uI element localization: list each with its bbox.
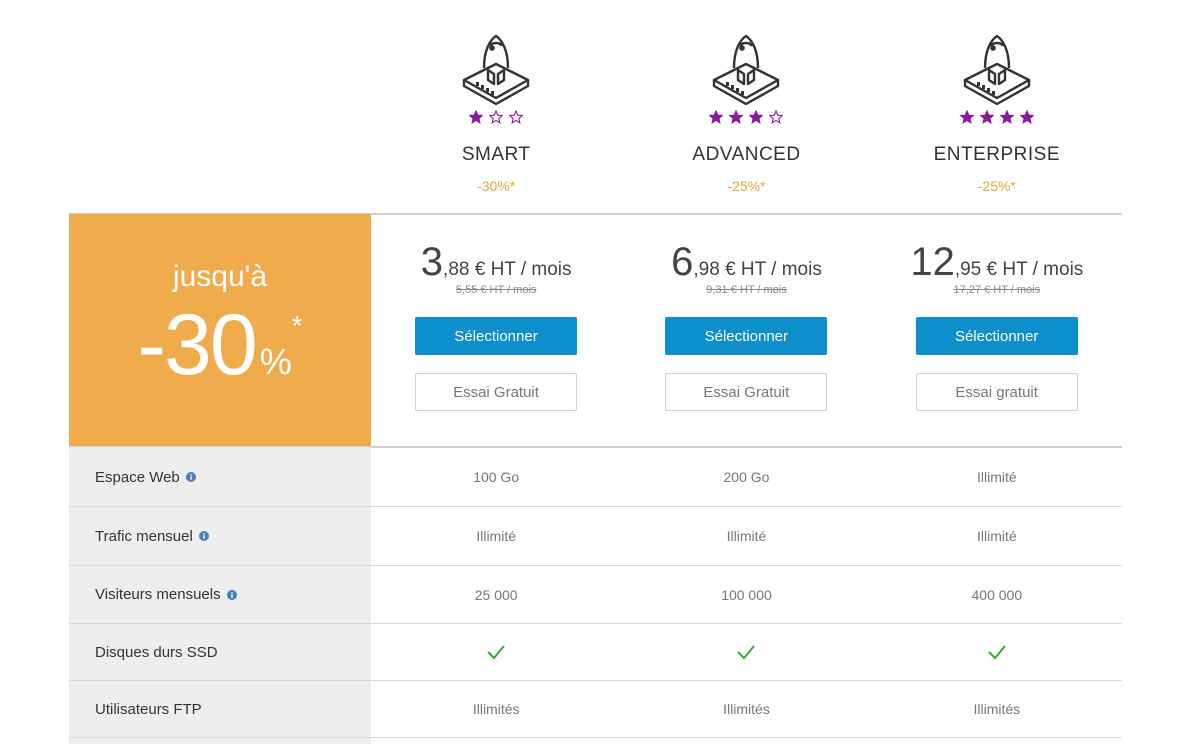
- penguin-server-icon: [713, 34, 780, 106]
- feature-label: Trafic mensuel: [69, 528, 371, 545]
- plan-name: ENTERPRISE: [933, 144, 1061, 165]
- star-empty-icon: [509, 110, 524, 124]
- plan-discount: -25%*: [727, 178, 766, 194]
- table-row: Visiteurs mensuels 25 000 100 000 400 00…: [69, 566, 1122, 623]
- feature-value: Illimités: [472, 701, 520, 717]
- price-old: 9,31 € HT / mois: [706, 284, 787, 296]
- check-icon: [737, 645, 756, 660]
- feature-label: Utilisateurs FTP: [95, 700, 202, 718]
- star-filled-icon: [729, 110, 744, 124]
- plan-name: SMART: [461, 144, 531, 165]
- star-filled-icon: [999, 110, 1014, 124]
- feature-label: Visiteurs mensuels: [69, 586, 371, 603]
- plans-header: SMART -30%* ADVANCED -25%* ENTERPRISE -2…: [371, 0, 1122, 214]
- star-filled-icon: [749, 110, 764, 124]
- rating-stars: [469, 110, 524, 130]
- feature-value: 100 000: [721, 586, 772, 603]
- price-current: 6,98 € HT / mois: [671, 240, 822, 284]
- info-icon[interactable]: [198, 531, 209, 541]
- check-icon: [988, 645, 1006, 660]
- price-old: 17,27 € HT / mois: [953, 284, 1041, 296]
- check-icon: [487, 645, 505, 660]
- promo-asterisk: *: [291, 310, 303, 341]
- feature-value: 400 000: [971, 586, 1023, 603]
- feature-value: 200 Go: [723, 469, 770, 485]
- feature-value: [621, 644, 871, 660]
- info-icon[interactable]: [226, 589, 237, 600]
- plan-header-enterprise: ENTERPRISE -25%*: [872, 0, 1122, 214]
- info-icon[interactable]: [185, 472, 196, 482]
- feature-value: Illimités: [723, 701, 770, 717]
- feature-value: Illimité: [976, 469, 1017, 485]
- feature-value: [872, 644, 1122, 660]
- feature-value: Illimités: [973, 701, 1021, 717]
- select-button[interactable]: Sélectionner: [665, 317, 828, 355]
- promo-discount: -30 % *: [69, 302, 371, 388]
- feature-value: Illimité: [976, 528, 1017, 544]
- plan-discount: -25%*: [977, 178, 1016, 194]
- price-old: 5,55 € HT / mois: [455, 284, 537, 296]
- price-current: 12,95 € HT / mois: [910, 240, 1084, 284]
- plan-header-advanced: ADVANCED -25%*: [621, 0, 871, 214]
- star-empty-icon: [769, 110, 784, 124]
- promo-percent: %: [259, 341, 292, 382]
- free-trial-button[interactable]: Essai Gratuit: [665, 373, 828, 411]
- free-trial-button[interactable]: Essai Gratuit: [415, 373, 577, 411]
- feature-value: 100 Go: [473, 469, 520, 485]
- table-row: Disques durs SSD: [69, 624, 1122, 680]
- feature-value: [371, 644, 621, 660]
- promo-number: -30: [137, 297, 257, 393]
- table-row: Espace Web 100 Go 200 Go Illimité: [69, 448, 1122, 506]
- select-button[interactable]: Sélectionner: [915, 317, 1078, 355]
- row-divider: [69, 737, 1122, 738]
- price-current: 3,88 € HT / mois: [420, 240, 572, 284]
- rating-stars: [959, 110, 1034, 130]
- penguin-server-icon: [462, 34, 530, 106]
- penguin-server-icon: [963, 34, 1031, 106]
- star-filled-icon: [979, 110, 994, 124]
- star-filled-icon: [469, 110, 484, 124]
- feature-label: Disques durs SSD: [95, 643, 218, 661]
- promo-banner: jusqu'à -30 % *: [69, 214, 371, 447]
- star-filled-icon: [959, 110, 974, 124]
- star-filled-icon: [709, 110, 724, 124]
- feature-value: 25 000: [474, 586, 518, 603]
- price-smart: 3,88 € HT / mois 5,55 € HT / mois Sélect…: [371, 214, 621, 447]
- feature-label: Espace Web: [69, 469, 371, 486]
- table-row: Utilisateurs FTP Illimités Illimités Ill…: [69, 681, 1122, 737]
- star-empty-icon: [489, 110, 504, 124]
- price-enterprise: 12,95 € HT / mois 17,27 € HT / mois Séle…: [872, 214, 1122, 447]
- plan-name: ADVANCED: [692, 144, 801, 165]
- feature-value: Illimité: [726, 528, 767, 544]
- table-row: Trafic mensuel Illimité Illimité Illimit…: [69, 507, 1122, 565]
- plan-header-smart: SMART -30%*: [371, 0, 621, 214]
- star-filled-icon: [1019, 110, 1034, 124]
- price-row: 3,88 € HT / mois 5,55 € HT / mois Sélect…: [371, 214, 1122, 447]
- promo-prefix: jusqu'à: [172, 260, 268, 293]
- feature-value: Illimité: [476, 528, 516, 544]
- rating-stars: [709, 110, 784, 130]
- plan-discount: -30%*: [477, 178, 516, 194]
- price-advanced: 6,98 € HT / mois 9,31 € HT / mois Sélect…: [621, 214, 871, 447]
- select-button[interactable]: Sélectionner: [415, 317, 577, 355]
- free-trial-button[interactable]: Essai gratuit: [915, 373, 1078, 411]
